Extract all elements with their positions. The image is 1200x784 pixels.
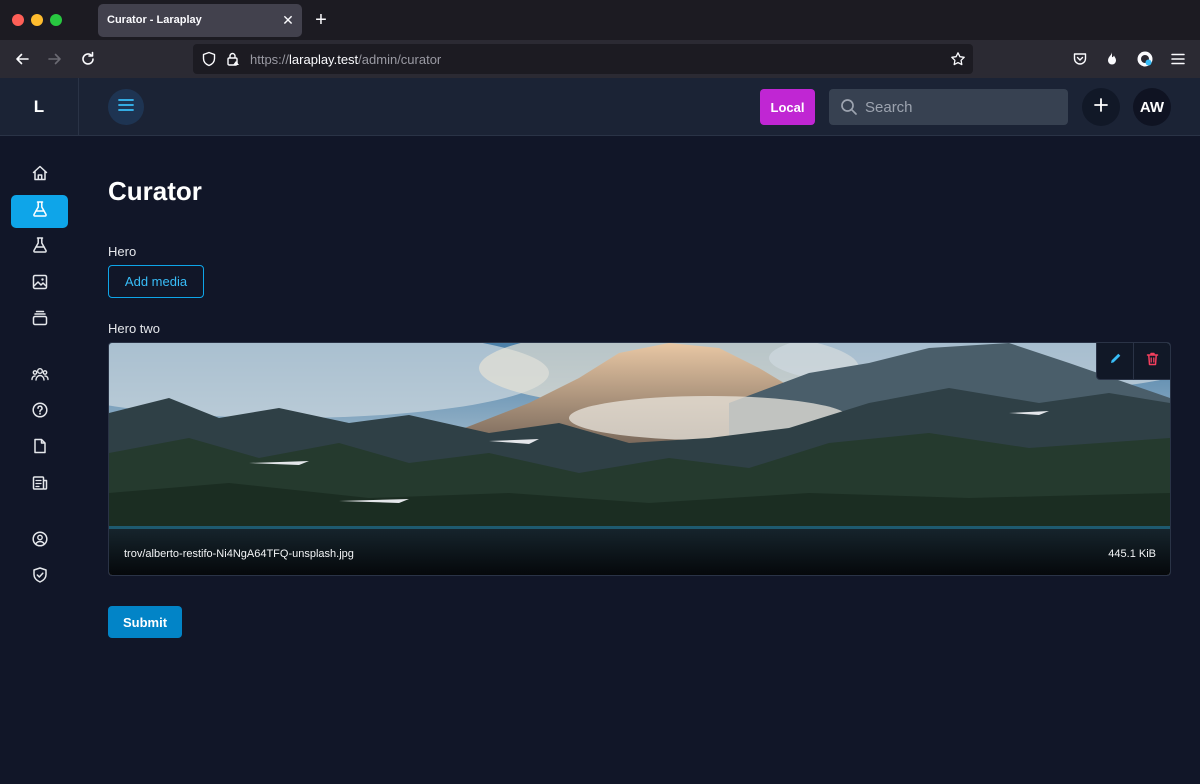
url-scheme: https:// (250, 52, 290, 67)
address-bar[interactable]: https://laraplay.test/admin/curator (193, 44, 973, 74)
window-minimize-button[interactable] (31, 14, 43, 26)
sidebar-item-curator[interactable] (11, 195, 68, 228)
trash-icon (1146, 352, 1159, 371)
flask-icon (31, 236, 49, 259)
users-icon (30, 365, 49, 388)
flame-icon[interactable] (1102, 49, 1122, 69)
global-search[interactable] (829, 89, 1068, 125)
reload-icon[interactable] (78, 49, 98, 69)
submit-button[interactable]: Submit (108, 606, 182, 638)
sidebar-item-pages[interactable] (11, 432, 68, 465)
environment-badge: Local (760, 89, 815, 125)
stack-icon (31, 309, 49, 332)
sidebar-nav (0, 137, 79, 784)
extension-icon[interactable] (1135, 49, 1155, 69)
sidebar-item-users[interactable] (11, 360, 68, 393)
sidebar-item-lab[interactable] (11, 231, 68, 264)
add-media-button[interactable]: Add media (108, 265, 204, 298)
window-close-button[interactable] (12, 14, 24, 26)
browser-tab[interactable]: Curator - Laraplay ✕ (98, 4, 302, 37)
brand-logo[interactable]: L (34, 97, 44, 117)
sidebar-item-faqs[interactable] (11, 396, 68, 429)
sidebar-item-media[interactable] (11, 268, 68, 301)
window-zoom-button[interactable] (50, 14, 62, 26)
sidebar-item-dashboard[interactable] (11, 159, 68, 192)
flask-icon (31, 200, 49, 223)
media-actions (1096, 343, 1170, 380)
hero-two-field-label: Hero two (108, 321, 161, 336)
image-icon (31, 273, 49, 296)
plus-icon (1093, 97, 1109, 118)
user-circle-icon (31, 530, 49, 553)
brand-cell: L (0, 78, 79, 136)
sidebar-toggle-button[interactable] (108, 89, 144, 125)
media-preview-image (109, 343, 1170, 575)
browser-tab-bar: Curator - Laraplay ✕ + (0, 0, 1200, 40)
app-header: L Local AW (0, 78, 1200, 136)
sidebar-item-collections[interactable] (11, 304, 68, 337)
user-avatar[interactable]: AW (1133, 88, 1171, 126)
new-tab-button[interactable]: + (312, 10, 330, 30)
tab-close-icon[interactable]: ✕ (280, 11, 296, 29)
tracking-shield-icon[interactable] (199, 49, 219, 69)
media-filename: trov/alberto-restifo-Ni4NgA64TFQ-unsplas… (124, 548, 354, 560)
url-text[interactable]: https://laraplay.test/admin/curator (250, 52, 441, 67)
shield-check-icon (31, 566, 49, 589)
document-icon (31, 437, 49, 460)
search-input[interactable] (865, 89, 1060, 125)
edit-media-button[interactable] (1097, 343, 1134, 379)
lock-icon[interactable] (223, 49, 243, 69)
home-icon (31, 164, 49, 187)
browser-nav-bar: https://laraplay.test/admin/curator (0, 40, 1200, 78)
hamburger-icon (117, 97, 135, 118)
sidebar-item-security[interactable] (11, 561, 68, 594)
url-host: laraplay.test (289, 52, 359, 67)
pencil-icon (1109, 352, 1122, 370)
hero-field-label: Hero (108, 244, 137, 259)
pocket-icon[interactable] (1070, 49, 1090, 69)
newspaper-icon (31, 474, 49, 497)
help-circle-icon (31, 401, 49, 424)
browser-tab-title: Curator - Laraplay (107, 14, 202, 26)
delete-media-button[interactable] (1134, 343, 1170, 379)
forward-icon[interactable] (45, 49, 65, 69)
media-preview-card: trov/alberto-restifo-Ni4NgA64TFQ-unsplas… (108, 342, 1171, 576)
media-filesize: 445.1 KiB (1108, 548, 1156, 560)
sidebar-item-posts[interactable] (11, 469, 68, 502)
back-icon[interactable] (12, 49, 32, 69)
url-path: /admin/curator (358, 52, 442, 67)
quick-create-button[interactable] (1082, 88, 1120, 126)
bookmark-star-icon[interactable] (948, 49, 968, 69)
sidebar-item-profile[interactable] (11, 525, 68, 558)
browser-menu-icon[interactable] (1168, 49, 1188, 69)
search-icon (840, 98, 858, 121)
page-title: Curator (108, 176, 202, 206)
